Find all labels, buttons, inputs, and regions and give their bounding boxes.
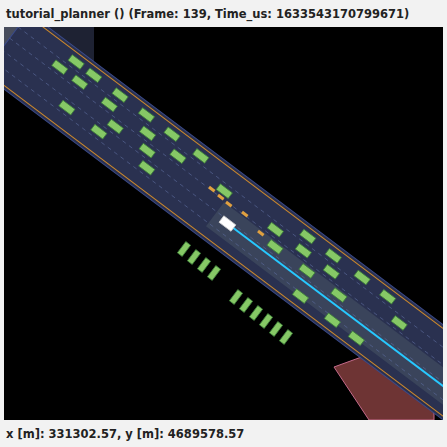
scene-map[interactable] [4,27,443,420]
parked-vehicle [249,306,262,321]
barrier [217,194,224,201]
ego-vehicle [219,216,236,231]
vehicle [354,270,370,285]
vehicle [267,222,283,237]
vehicle [52,60,68,75]
road [4,27,443,420]
vehicle [101,97,117,112]
status-bar: x [m]: 331302.57, y [m]: 4689578.57 [0,420,447,447]
barrier [241,211,248,218]
vehicle [170,149,186,164]
vehicle [72,75,88,90]
trajectory [227,223,443,413]
parked-vehicle [187,250,200,265]
vehicle [331,288,347,303]
vehicle [59,100,75,115]
barrier [257,230,264,237]
parked-vehicle [279,330,292,345]
vehicle [325,248,341,263]
title-bar: tutorial_planner () (Frame: 139, Time_us… [0,0,447,27]
vehicle [164,127,180,142]
vehicle [391,316,407,331]
vehicle [138,108,154,123]
vehicle [68,55,84,70]
vehicle [193,149,209,164]
vehicle [112,88,128,103]
parked-vehicle [177,242,190,257]
vehicle [139,160,155,175]
map-canvas[interactable] [4,27,443,420]
vehicle [267,240,283,255]
parked-vehicle [259,314,272,329]
vehicle [348,331,364,346]
vehicle [91,124,107,139]
barrier [225,201,232,208]
parked-vehicle [239,298,252,313]
vehicle [324,313,340,328]
vehicle [300,229,316,244]
vehicle [139,143,155,158]
vehicle [140,126,156,141]
parked-vehicle [197,258,210,273]
barrier [208,186,215,193]
vehicle [107,119,123,134]
vehicle [86,68,102,83]
parked-vehicle [207,266,220,281]
planner-window: tutorial_planner () (Frame: 139, Time_us… [0,0,447,447]
vehicle [299,264,315,279]
parked-vehicle [269,322,282,337]
vehicle [295,243,311,258]
vehicle [323,264,339,279]
parked-vehicle [229,290,242,305]
vehicle [292,289,308,304]
vehicle [380,289,396,304]
